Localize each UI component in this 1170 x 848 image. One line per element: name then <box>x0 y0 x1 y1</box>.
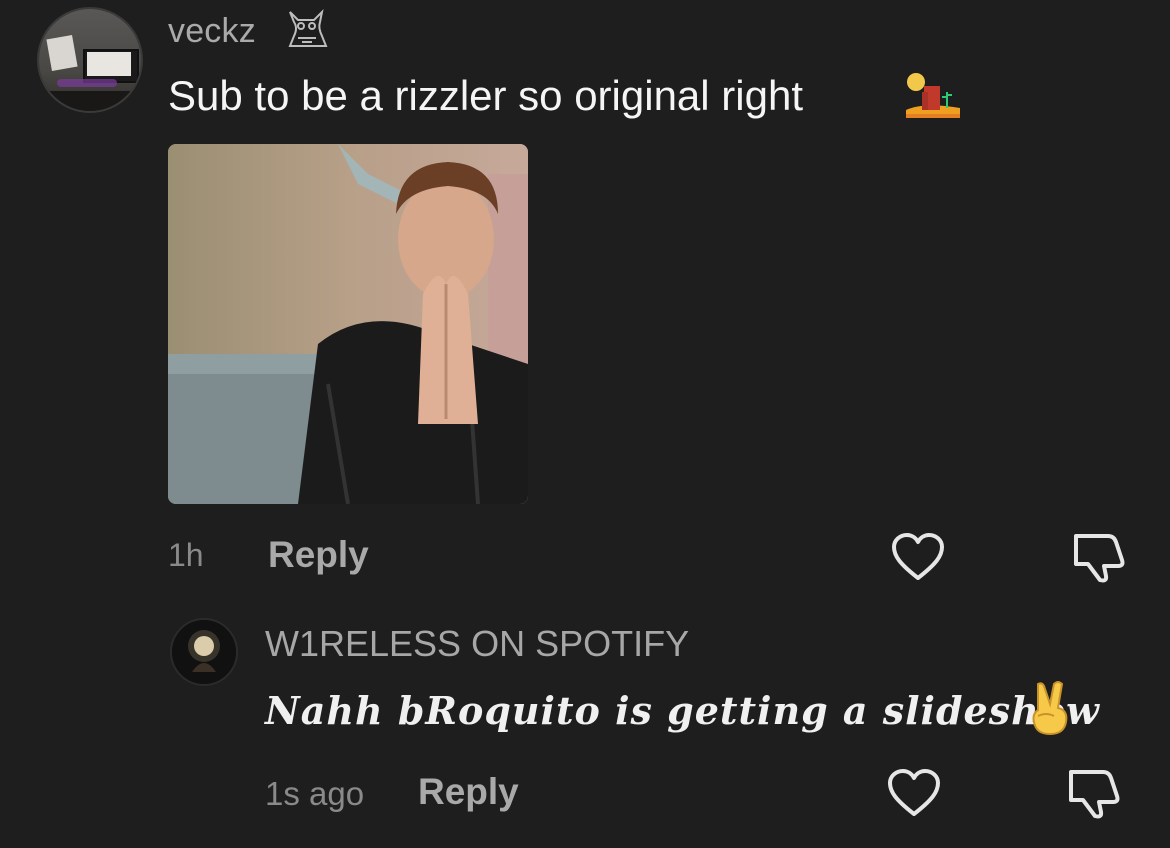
avatar[interactable] <box>170 618 238 686</box>
reply-button[interactable]: Reply <box>418 771 519 813</box>
reply-button[interactable]: Reply <box>268 534 369 576</box>
comment-username[interactable]: W1RELESS ON SPOTIFY <box>265 623 689 665</box>
avatar[interactable] <box>37 7 143 113</box>
desert-emoji <box>904 72 962 127</box>
comment-text: Sub to be a rizzler so original right <box>168 72 803 119</box>
thumbs-down-icon[interactable] <box>1068 530 1128 589</box>
comment-timestamp: 1h <box>168 537 204 573</box>
heart-icon[interactable] <box>886 768 942 823</box>
heart-icon[interactable] <box>890 532 946 587</box>
owl-icon <box>284 6 330 55</box>
comment-timestamp: 1s ago <box>265 775 365 812</box>
thumbs-down-icon[interactable] <box>1063 766 1123 825</box>
photo-attachment[interactable] <box>168 144 528 504</box>
comment-username[interactable]: veckz <box>168 12 256 51</box>
victory-hand-emoji <box>1028 680 1072 741</box>
comment-text: Nahh bRoquito is getting a slideshow <box>265 688 1100 733</box>
